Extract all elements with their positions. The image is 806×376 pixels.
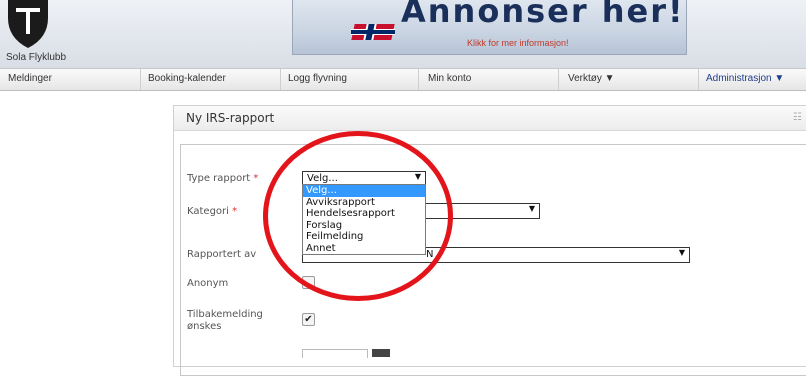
reported-by-label: Rapportert av: [187, 249, 257, 260]
dropdown-option[interactable]: Annet: [303, 243, 425, 255]
nav-item-meldinger[interactable]: Meldinger: [8, 73, 52, 84]
dropdown-option[interactable]: Velg...: [303, 185, 425, 197]
nav-item-booking[interactable]: Booking-kalender: [148, 73, 226, 84]
nav-item-verktoy[interactable]: Verktøy ▼: [568, 73, 615, 84]
club-logo: [8, 0, 48, 48]
dropdown-arrow-icon: ▼: [678, 248, 685, 257]
banner-title: Annonser her!: [401, 0, 685, 30]
calendar-icon[interactable]: [372, 349, 390, 357]
site-header: Sola Flyklubb Annonser her! Klikk for me…: [0, 0, 806, 68]
dropdown-arrow-icon: ▼: [414, 172, 421, 181]
panel-header: Ny IRS-rapport ☷: [174, 106, 806, 131]
panel-title: Ny IRS-rapport: [186, 111, 275, 125]
irs-report-panel: Ny IRS-rapport ☷: [173, 105, 806, 376]
nav-item-administrasjon[interactable]: Administrasjon ▼: [706, 73, 784, 84]
club-name: Sola Flyklubb: [6, 52, 67, 63]
category-label: Kategori *: [187, 206, 238, 217]
type-dropdown-list[interactable]: Velg... Avviksrapport Hendelsesrapport Fors…: [302, 184, 426, 255]
dropdown-option[interactable]: Avviksrapport: [303, 197, 425, 209]
nav-item-min-konto[interactable]: Min konto: [428, 73, 471, 84]
feedback-label: Tilbakemelding ønskes: [187, 309, 263, 332]
dropdown-option[interactable]: Hendelsesrapport: [303, 208, 425, 220]
type-label: Type rapport *: [187, 173, 259, 184]
anonymous-checkbox[interactable]: [302, 276, 315, 289]
main-nav: Meldinger Booking-kalender Logg flyvning…: [0, 68, 806, 91]
banner-subtitle[interactable]: Klikk for mer informasjon!: [467, 38, 569, 48]
dropdown-option[interactable]: Forslag: [303, 220, 425, 232]
ad-banner[interactable]: Annonser her! Klikk for mer informasjon!: [292, 0, 687, 55]
dropdown-arrow-icon: ▼: [528, 204, 535, 213]
feedback-checkbox[interactable]: ✔: [302, 313, 315, 326]
nav-item-logg-flyvning[interactable]: Logg flyvning: [288, 73, 347, 84]
drag-handle-icon[interactable]: ☷: [793, 112, 802, 123]
anonymous-label: Anonym: [187, 278, 229, 289]
dropdown-option[interactable]: Feilmelding: [303, 231, 425, 243]
